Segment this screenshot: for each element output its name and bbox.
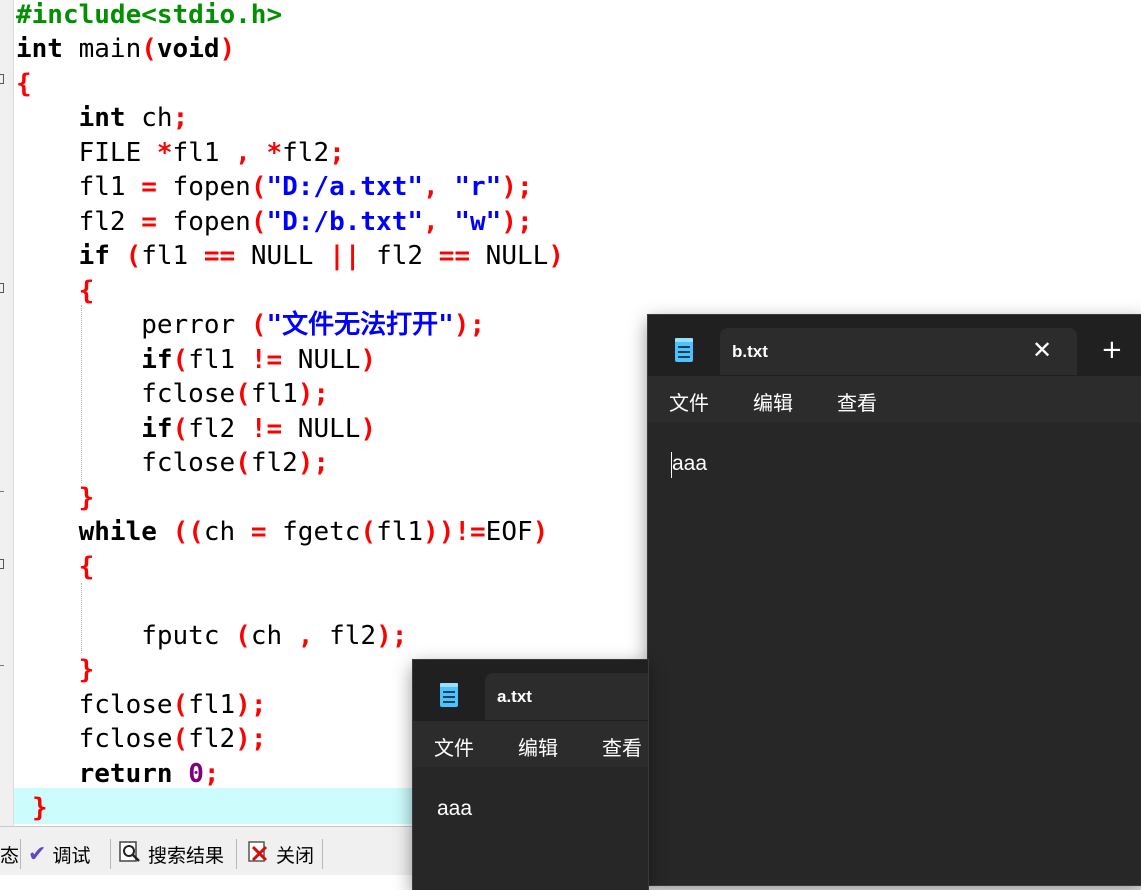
notepad-titlebar[interactable]: a.txt bbox=[413, 660, 648, 721]
code-line-9: { bbox=[78, 276, 95, 306]
code-line-8: if (fl1 == NULL || fl2 == NULL) bbox=[78, 241, 564, 271]
code-line-7: fl2 = fopen("D:/b.txt", "w"); bbox=[16, 207, 533, 237]
tab-divider bbox=[110, 839, 111, 869]
notepad-titlebar[interactable]: b.txt ✕ + bbox=[648, 315, 1141, 376]
notepad-menubar: 文件 编辑 查看 bbox=[413, 721, 648, 767]
tab-label: 调试 bbox=[52, 844, 91, 867]
menu-file[interactable]: 文件 bbox=[669, 387, 709, 416]
code-line-24: } bbox=[32, 793, 48, 823]
menu-edit[interactable]: 编辑 bbox=[753, 387, 793, 416]
close-doc-icon bbox=[246, 840, 270, 869]
fold-marker[interactable] bbox=[0, 559, 4, 569]
file-content: aaa bbox=[437, 797, 473, 820]
code-line-19: fputc (ch , fl2); bbox=[16, 621, 408, 651]
code-line-23: return 0; bbox=[78, 759, 220, 789]
notepad-text-area[interactable]: aaa bbox=[413, 767, 648, 890]
file-content: aaa bbox=[672, 452, 708, 475]
tab-divider bbox=[322, 839, 323, 869]
notepad-text-area[interactable]: aaa bbox=[648, 422, 1141, 885]
notepad-app-icon bbox=[675, 338, 693, 362]
tab-close[interactable]: 关闭 bbox=[240, 837, 320, 871]
code-line-12: fclose(fl1); bbox=[16, 379, 330, 409]
notepad-menubar: 文件 编辑 查看 bbox=[648, 376, 1141, 422]
tab-label: 关闭 bbox=[276, 844, 315, 867]
notepad-window-a[interactable]: a.txt 文件 编辑 查看 aaa bbox=[413, 660, 648, 890]
tab-title: b.txt bbox=[732, 342, 768, 361]
fold-marker[interactable] bbox=[0, 283, 4, 293]
notepad-tab[interactable]: a.txt bbox=[485, 673, 648, 720]
code-line-1: #include<stdio.h> bbox=[16, 0, 283, 30]
tab-search-results[interactable]: 搜索结果 bbox=[112, 837, 230, 871]
code-line-3: { bbox=[16, 69, 32, 99]
code-line-21: fclose(fl1); bbox=[16, 690, 267, 720]
code-line-16: while ((ch = fgetc(fl1))!=EOF) bbox=[78, 517, 549, 547]
code-line-22: fclose(fl2); bbox=[16, 724, 267, 754]
code-line-2: int main(void) bbox=[16, 34, 236, 64]
notepad-tab[interactable]: b.txt ✕ bbox=[720, 328, 1077, 375]
code-line-10: perror ("文件无法打开"); bbox=[16, 310, 486, 340]
code-line-6: fl1 = fopen("D:/a.txt", "r"); bbox=[16, 172, 533, 202]
menu-view[interactable]: 查看 bbox=[602, 732, 642, 761]
code-line-5: FILE *fl1 , *fl2; bbox=[16, 138, 345, 168]
code-line-4: int ch; bbox=[78, 103, 189, 133]
tab-label: 态 bbox=[0, 844, 20, 867]
close-tab-icon[interactable]: ✕ bbox=[1032, 336, 1052, 364]
tab-title: a.txt bbox=[497, 687, 532, 706]
notepad-window-b[interactable]: b.txt ✕ + 文件 编辑 查看 aaa bbox=[648, 315, 1141, 885]
code-line-14: fclose(fl2); bbox=[16, 448, 330, 478]
checkmark-icon: ✔ bbox=[28, 841, 47, 867]
notepad-app-icon bbox=[440, 683, 458, 707]
menu-edit[interactable]: 编辑 bbox=[518, 732, 558, 761]
menu-file[interactable]: 文件 bbox=[434, 732, 474, 761]
menu-view[interactable]: 查看 bbox=[837, 387, 877, 416]
tab-divider bbox=[20, 839, 21, 869]
tab-divider bbox=[236, 839, 237, 869]
search-results-icon bbox=[118, 840, 142, 869]
new-tab-icon[interactable]: + bbox=[1101, 335, 1123, 365]
tab-label: 搜索结果 bbox=[148, 844, 225, 867]
code-line-13: if(fl2 != NULL) bbox=[141, 414, 377, 444]
code-line-17: { bbox=[78, 552, 95, 582]
fold-marker[interactable] bbox=[0, 74, 4, 84]
fold-end-marker bbox=[0, 491, 4, 492]
code-line-15: } bbox=[78, 483, 95, 513]
code-line-20: } bbox=[78, 655, 95, 685]
editor-gutter bbox=[0, 0, 14, 826]
tab-debug[interactable]: ✔ 调试 bbox=[22, 837, 96, 871]
fold-end-marker bbox=[0, 665, 4, 666]
code-line-11: if(fl1 != NULL) bbox=[141, 345, 377, 375]
